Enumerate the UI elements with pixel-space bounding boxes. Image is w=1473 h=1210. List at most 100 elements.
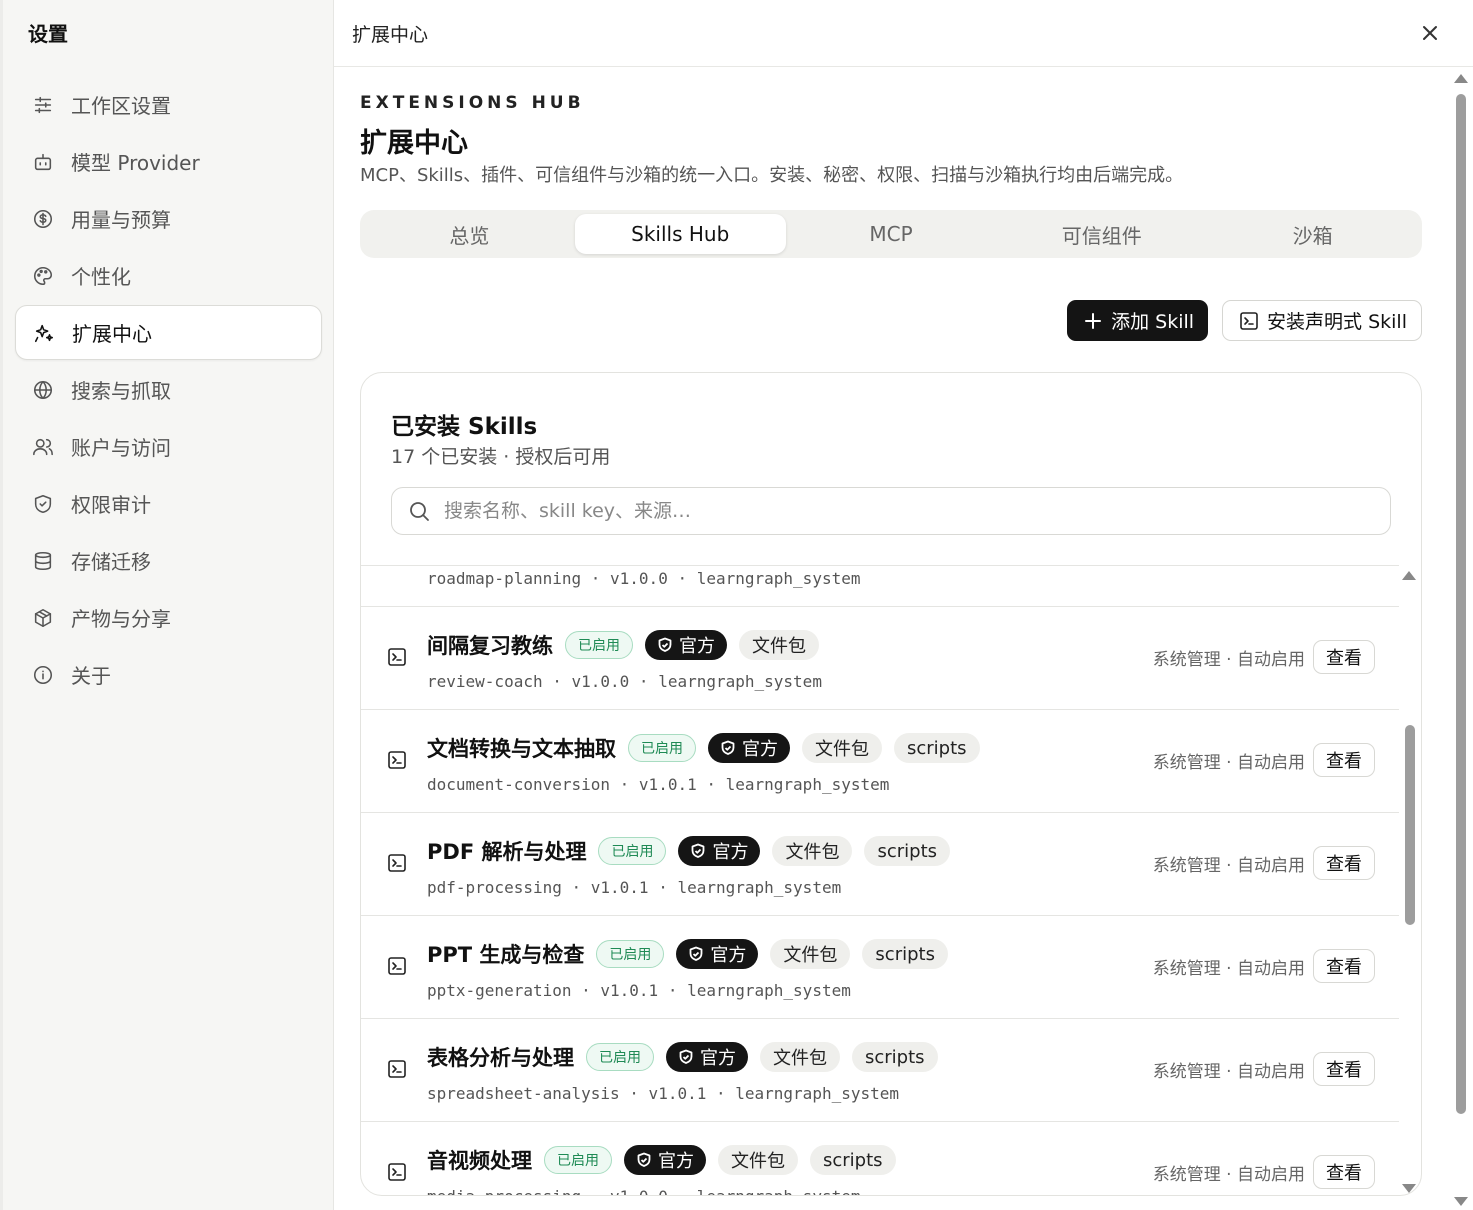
close-icon [1423,26,1437,40]
view-button[interactable]: 查看 [1313,640,1375,674]
view-button[interactable]: 查看 [1313,743,1375,777]
official-label: 官方 [742,739,778,760]
add-skill-label: 添加 Skill [1111,311,1195,333]
page-title: 扩展中心 [360,128,468,159]
official-label: 官方 [700,1048,736,1069]
enabled-badge: 已启用 [598,837,667,865]
official-badge: 官方 [676,939,759,969]
topbar: 扩展中心 [334,0,1473,67]
skill-meta: spreadsheet-analysis · v1.0.1 · learngra… [427,1084,900,1103]
sidebar: 设置 工作区设置 模型 Provider 用量与预算 个性化 扩展中心 搜索与抓… [0,0,334,1210]
close-button[interactable] [1415,18,1445,48]
sidebar-item-label: 存储迁移 [71,550,151,574]
skills-list: roadmap-planning · v1.0.0 · learngraph_s… [361,565,1399,1195]
topbar-title: 扩展中心 [352,23,429,46]
shield-check-icon [692,843,705,858]
globe-icon [31,378,55,402]
official-badge: 官方 [708,733,790,763]
install-declarative-skill-button[interactable]: 安装声明式 Skill [1222,300,1422,341]
sidebar-item-label: 权限审计 [71,493,151,517]
bot-icon [31,150,55,174]
sidebar-item-search-fetch[interactable]: 搜索与抓取 [15,362,322,417]
sidebar-item-storage-migration[interactable]: 存储迁移 [15,533,322,588]
tab-bar: 总览 Skills Hub MCP 可信组件 沙箱 [360,210,1422,258]
tab-trusted-components[interactable]: 可信组件 [996,214,1207,254]
sidebar-item-label: 产物与分享 [71,607,171,631]
enabled-badge: 已启用 [586,1043,654,1071]
eyebrow: EXTENSIONS HUB [360,93,585,113]
package-icon [31,606,55,630]
terminal-icon [387,1162,407,1182]
sidebar-item-accounts[interactable]: 账户与访问 [15,419,322,474]
skill-search [391,487,1391,535]
sidebar-item-extensions[interactable]: 扩展中心 [15,305,322,360]
list-scrollbar[interactable] [1401,565,1417,1195]
sidebar-item-personalization[interactable]: 个性化 [15,248,322,303]
view-button[interactable]: 查看 [1313,949,1375,983]
sidebar-item-label: 账户与访问 [71,436,171,460]
actions: 添加 Skill 安装声明式 Skill [1067,300,1422,341]
page-scrollbar[interactable] [1453,72,1469,1206]
skill-name: 间隔复习教练 [427,634,553,658]
scroll-thumb[interactable] [1456,94,1466,1114]
official-label: 官方 [658,1151,694,1172]
scroll-thumb[interactable] [1405,725,1415,925]
tab-overview[interactable]: 总览 [364,214,575,254]
scroll-up-arrow-icon[interactable] [1454,74,1468,83]
list-item: 表格分析与处理 已启用 官方 文件包 scripts spreadsheet-a… [361,1019,1399,1122]
installed-skills-title: 已安装 Skills [391,414,538,440]
skill-meta: pdf-processing · v1.0.1 · learngraph_sys… [427,878,842,897]
skill-status: 系统管理 · 自动启用 [1152,649,1305,670]
sidebar-item-permission-audit[interactable]: 权限审计 [15,476,322,531]
tag-badge: 文件包 [802,733,882,763]
enabled-badge: 已启用 [544,1146,612,1174]
sidebar-item-workspace[interactable]: 工作区设置 [15,77,322,132]
scroll-down-arrow-icon[interactable] [1402,1184,1416,1193]
sidebar-title: 设置 [28,22,68,46]
official-label: 官方 [679,636,715,657]
search-icon [410,502,429,521]
tag-badge: scripts [894,733,980,763]
terminal-icon [387,750,407,770]
shield-check-icon [658,637,672,652]
sidebar-item-label: 搜索与抓取 [71,379,171,403]
skill-meta: pptx-generation · v1.0.1 · learngraph_sy… [427,981,851,1000]
skill-meta: roadmap-planning · v1.0.0 · learngraph_s… [427,569,861,588]
tag-badge: scripts [862,939,948,969]
scroll-down-arrow-icon[interactable] [1454,1197,1468,1206]
sidebar-item-about[interactable]: 关于 [15,647,322,702]
search-input[interactable] [444,500,1344,522]
skill-status: 系统管理 · 自动启用 [1152,958,1305,979]
sidebar-item-label: 用量与预算 [71,208,171,232]
list-item: 文档转换与文本抽取 已启用 官方 文件包 scripts document-co… [361,710,1399,813]
skill-name: PPT 生成与检查 [427,943,585,967]
list-item: 间隔复习教练 已启用 官方 文件包 review-coach · v1.0.0 … [361,607,1399,710]
skill-status: 系统管理 · 自动启用 [1152,1164,1305,1185]
sparkles-icon [32,321,56,345]
tab-skills-hub[interactable]: Skills Hub [574,214,786,254]
tag-badge: scripts [864,836,951,866]
add-skill-button[interactable]: 添加 Skill [1067,300,1209,341]
sliders-icon [31,93,55,117]
view-button[interactable]: 查看 [1313,846,1375,880]
official-badge: 官方 [678,836,761,866]
settings-window: 设置 工作区设置 模型 Provider 用量与预算 个性化 扩展中心 搜索与抓… [0,0,1473,1210]
sidebar-item-artifacts-sharing[interactable]: 产物与分享 [15,590,322,645]
tab-sandbox[interactable]: 沙箱 [1207,214,1418,254]
main-panel: 扩展中心 EXTENSIONS HUB 扩展中心 MCP、Skills、插件、可… [334,0,1473,1210]
list-item: roadmap-planning · v1.0.0 · learngraph_s… [361,566,1399,607]
installed-skills-subtitle: 17 个已安装 · 授权后可用 [391,446,611,468]
view-button[interactable]: 查看 [1313,1052,1375,1086]
sidebar-item-model-provider[interactable]: 模型 Provider [15,134,322,189]
enabled-badge: 已启用 [596,940,665,968]
scroll-up-arrow-icon[interactable] [1402,571,1416,580]
sidebar-item-label: 模型 Provider [71,151,200,175]
tab-mcp[interactable]: MCP [786,214,997,254]
view-button[interactable]: 查看 [1313,1155,1375,1189]
shield-check-icon [690,946,703,961]
list-item: 音视频处理 已启用 官方 文件包 scripts media-processin… [361,1122,1399,1195]
sidebar-item-usage-budget[interactable]: 用量与预算 [15,191,322,246]
terminal-icon [1240,311,1258,330]
skill-name: 表格分析与处理 [427,1046,574,1070]
terminal-icon [387,1059,407,1079]
